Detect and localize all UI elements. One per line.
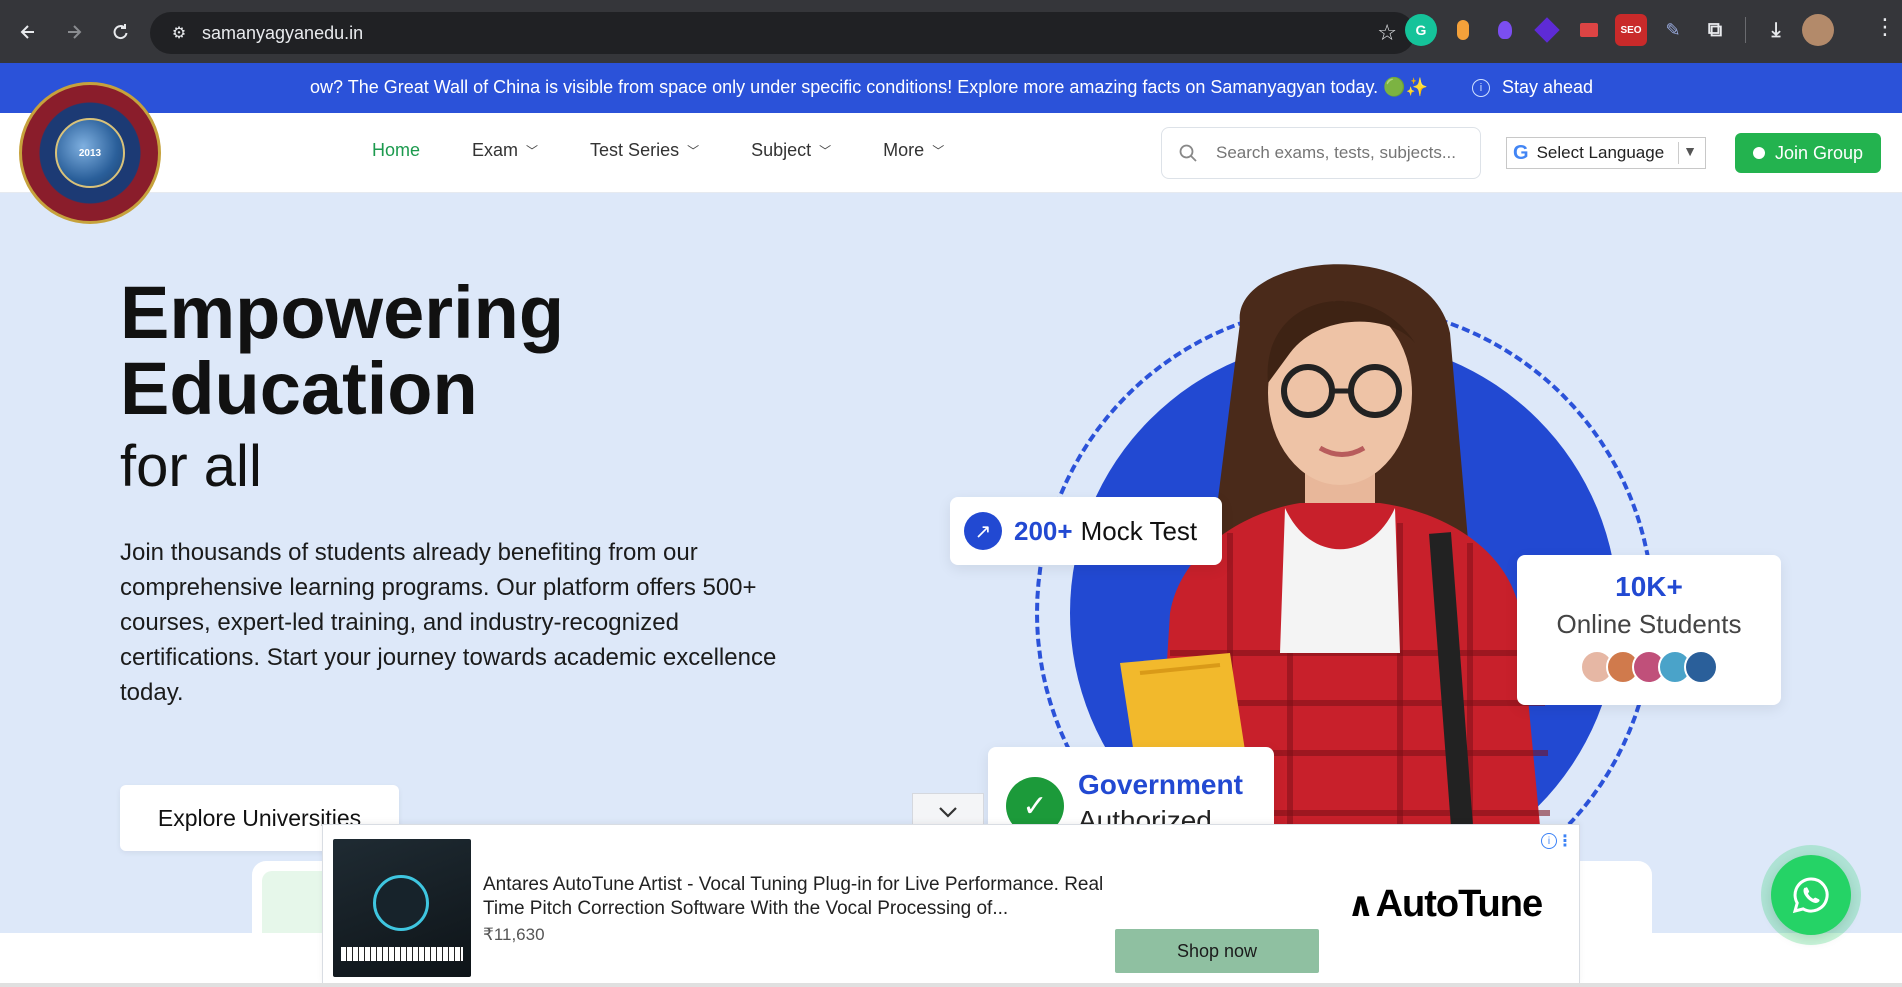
ad-info-icon[interactable]: i (1541, 833, 1557, 849)
profile-avatar[interactable] (1802, 14, 1834, 46)
grammarly-extension-icon[interactable]: G (1405, 14, 1437, 46)
ad-price: ₹11,630 (483, 925, 545, 944)
site-logo[interactable]: 2013 (19, 82, 161, 224)
menu-dots-icon[interactable]: ⋮ (1874, 14, 1896, 40)
arrow-up-right-icon: ↗ (964, 512, 1002, 550)
download-icon[interactable]: ⤓ (1760, 14, 1792, 46)
google-icon: G (1513, 141, 1529, 164)
sponsored-ad[interactable]: Antares AutoTune Artist - Vocal Tuning P… (322, 824, 1580, 984)
nav-home[interactable]: Home (372, 140, 420, 161)
chevron-down-icon (939, 807, 957, 818)
nav-home-label: Home (372, 140, 421, 160)
extension-icon[interactable] (1447, 14, 1479, 46)
nav-test-series-label: Test Series (590, 140, 680, 160)
nav-more[interactable]: More ﹀ (883, 140, 944, 161)
extension-icon[interactable] (1531, 14, 1563, 46)
hero-title-line1: Empowering (120, 271, 565, 354)
gov-title: Government (1078, 769, 1243, 800)
logo-year: 2013 (78, 147, 102, 159)
autotune-logo[interactable]: ∧ AutoTune (1347, 883, 1543, 926)
autotune-wave-icon: ∧ (1347, 885, 1375, 924)
star-icon[interactable]: ☆ (1377, 20, 1397, 46)
address-bar[interactable]: ⚙ samanyagyanedu.in ☆ (150, 12, 1415, 54)
back-button[interactable] (10, 14, 46, 50)
dropdown-arrow-icon: ▼ (1683, 143, 1697, 159)
site-settings-icon[interactable]: ⚙ (168, 22, 190, 44)
reload-icon (113, 24, 128, 40)
browser-toolbar: ⚙ samanyagyanedu.in ☆ G SEO ✎ ⧉ ⤓ ⋮ (0, 0, 1902, 63)
hero-description: Join thousands of students already benef… (120, 539, 777, 706)
seo-extension-icon[interactable]: SEO (1615, 14, 1647, 46)
students-count: 10K+ (1615, 571, 1683, 602)
language-label: Select Language (1536, 143, 1665, 162)
student-avatars (1517, 650, 1781, 684)
students-label: Online Students (1556, 609, 1742, 639)
nav-test-series[interactable]: Test Series ﹀ (590, 140, 699, 161)
chevron-down-icon: ﹀ (932, 144, 945, 158)
toolbar-divider (1745, 17, 1746, 43)
language-select[interactable]: G Select Language ▼ (1506, 137, 1706, 169)
dial-graphic (373, 875, 429, 931)
page-bottom-edge (0, 983, 1902, 987)
color-picker-icon[interactable]: ✎ (1657, 14, 1689, 46)
marquee-next-text: Stay ahead (1502, 77, 1594, 97)
search-input[interactable] (1216, 143, 1466, 163)
chevron-down-icon: ﹀ (687, 144, 700, 158)
search-icon (1178, 143, 1198, 163)
hero-title-line2: Education (120, 347, 478, 430)
nav-exam-label: Exam (472, 140, 519, 160)
hero-section: Empowering Education for all Join thousa… (0, 193, 1902, 933)
hero-title: Empowering Education (120, 275, 564, 427)
whatsapp-icon (1752, 147, 1765, 159)
main-nav: Home Exam ﹀ Test Series ﹀ Subject ﹀ More ﹀ (372, 140, 996, 161)
extensions-bar: G SEO ✎ ⧉ ⤓ (1405, 14, 1834, 46)
keyboard-graphic (341, 947, 463, 961)
hero-subtitle: for all (120, 434, 262, 499)
join-group-button[interactable]: Join Group (1735, 133, 1881, 173)
announcement-marquee: ow? The Great Wall of China is visible f… (0, 63, 1902, 113)
info-icon: i (1472, 78, 1490, 97)
marquee-text: ow? The Great Wall of China is visible f… (310, 77, 1429, 97)
mock-test-label: Mock Test (1080, 515, 1198, 546)
avatar (1684, 650, 1718, 684)
language-divider (1678, 142, 1679, 164)
whatsapp-icon (1792, 877, 1829, 914)
globe-emblem: 2013 (55, 118, 125, 188)
extension-icon[interactable] (1573, 14, 1605, 46)
marquee-next: i Stay ahead (1472, 77, 1593, 98)
browser-nav (10, 14, 138, 50)
online-students-card: 10K+ Online Students (1517, 555, 1781, 705)
chevron-down-icon: ﹀ (526, 144, 539, 158)
arrow-left-icon (20, 25, 34, 39)
ad-brand-name: AutoTune (1375, 883, 1543, 925)
ad-title[interactable]: Antares AutoTune Artist - Vocal Tuning P… (483, 873, 1123, 921)
mock-test-count: 200+ (1014, 515, 1073, 546)
nav-exam[interactable]: Exam ﹀ (472, 140, 538, 161)
puzzle-icon[interactable]: ⧉ (1699, 14, 1731, 46)
whatsapp-chat-button[interactable] (1771, 855, 1851, 935)
url-text: samanyagyanedu.in (202, 22, 364, 43)
nav-subject-label: Subject (751, 140, 812, 160)
mock-test-card: ↗ 200+ Mock Test (950, 497, 1222, 565)
arrow-right-icon (68, 25, 82, 39)
join-group-label: Join Group (1774, 142, 1864, 163)
site-header: Home Exam ﹀ Test Series ﹀ Subject ﹀ More ﹀ G… (0, 113, 1902, 193)
chevron-down-icon: ﹀ (819, 144, 832, 158)
shop-now-button[interactable]: Shop now (1115, 929, 1319, 973)
ad-product-image[interactable] (333, 839, 471, 977)
ad-menu-icon[interactable]: ⋮ (1557, 831, 1573, 851)
search-box (1161, 127, 1481, 179)
extension-icon[interactable] (1489, 14, 1521, 46)
nav-more-label: More (883, 140, 925, 160)
nav-subject[interactable]: Subject ﹀ (751, 140, 831, 161)
forward-button[interactable] (56, 14, 92, 50)
reload-button[interactable] (102, 14, 138, 50)
